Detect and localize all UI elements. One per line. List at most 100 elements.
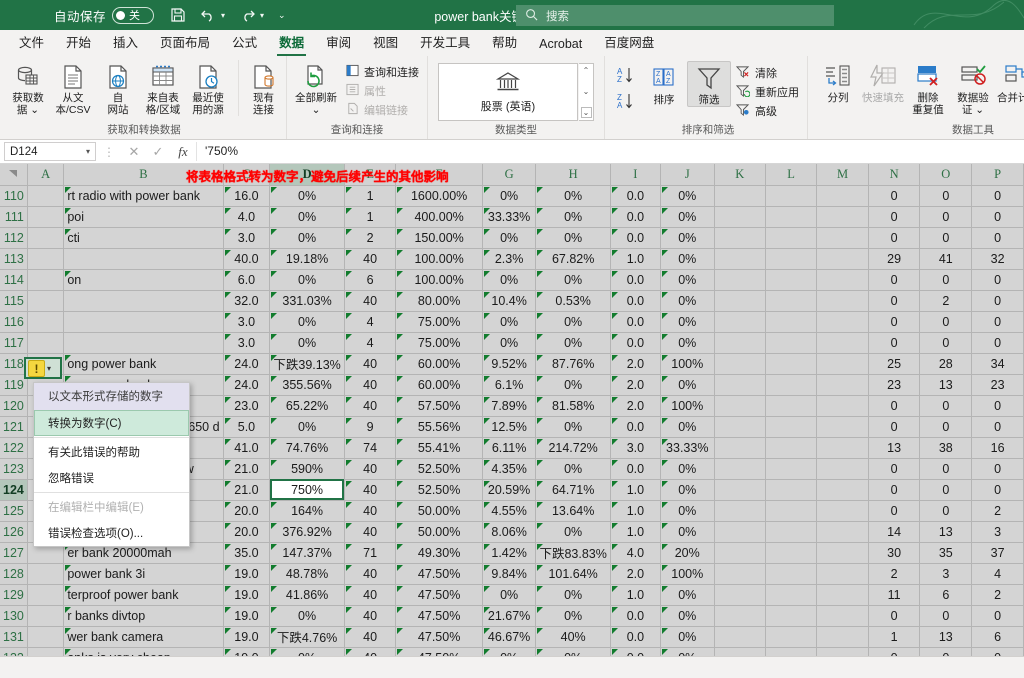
cell-C119[interactable]: 24.0 (223, 374, 271, 396)
row-header-116[interactable]: 116 (0, 311, 28, 333)
cell-E131[interactable]: 40 (344, 626, 397, 648)
search-box[interactable]: 搜索 (516, 5, 834, 26)
column-header-H[interactable]: H (535, 164, 611, 186)
cell-O122[interactable]: 38 (919, 437, 973, 459)
cell-F119[interactable]: 60.00% (395, 374, 483, 396)
cell-D129[interactable]: 41.86% (269, 584, 345, 606)
cell-L117[interactable] (765, 332, 818, 354)
cell-I126[interactable]: 1.0 (610, 521, 661, 543)
cell-I110[interactable]: 0.0 (610, 185, 661, 207)
cell-F129[interactable]: 47.50% (395, 584, 483, 606)
row-header-123[interactable]: 123 (0, 458, 28, 480)
cell-J127[interactable]: 20% (660, 542, 715, 564)
tab-11[interactable]: 百度网盘 (593, 29, 665, 56)
cell-P111[interactable]: 0 (971, 206, 1024, 228)
cell-K118[interactable] (714, 353, 766, 375)
cell-B131[interactable]: wer bank camera (63, 626, 224, 648)
cell-K120[interactable] (714, 395, 766, 417)
cell-E119[interactable]: 40 (344, 374, 397, 396)
cell-E110[interactable]: 1 (344, 185, 397, 207)
row-header-131[interactable]: 131 (0, 626, 28, 648)
cell-L131[interactable] (765, 626, 818, 648)
tab-3[interactable]: 页面布局 (149, 29, 221, 56)
cell-B118[interactable]: ong power bank (63, 353, 224, 375)
cell-C114[interactable]: 6.0 (223, 269, 271, 291)
cell-G118[interactable]: 9.52% (482, 353, 537, 375)
cell-I113[interactable]: 1.0 (610, 248, 661, 270)
cell-C127[interactable]: 35.0 (223, 542, 271, 564)
cell-D122[interactable]: 74.76% (269, 437, 345, 459)
cell-C125[interactable]: 20.0 (223, 500, 271, 522)
autosave-toggle[interactable]: 关 (112, 6, 155, 24)
cell-A128[interactable] (27, 563, 65, 585)
tab-8[interactable]: 开发工具 (409, 29, 481, 56)
cell-O119[interactable]: 13 (919, 374, 973, 396)
cell-H129[interactable]: 0% (535, 584, 611, 606)
cell-E118[interactable]: 40 (344, 353, 397, 375)
cell-I128[interactable]: 2.0 (610, 563, 661, 585)
cell-G115[interactable]: 10.4% (482, 290, 537, 312)
remove-duplicates-button[interactable]: 删除 重复值 (906, 60, 950, 116)
filter-button[interactable]: 筛选 (687, 61, 731, 107)
cell-L114[interactable] (765, 269, 818, 291)
cell-C121[interactable]: 5.0 (223, 416, 271, 438)
cell-I116[interactable]: 0.0 (610, 311, 661, 333)
cell-H116[interactable]: 0% (535, 311, 611, 333)
cell-I130[interactable]: 0.0 (610, 605, 661, 627)
cell-L127[interactable] (765, 542, 818, 564)
cell-C130[interactable]: 19.0 (223, 605, 271, 627)
cell-I124[interactable]: 1.0 (610, 479, 661, 501)
cell-A113[interactable] (27, 248, 65, 270)
cell-J117[interactable]: 0% (660, 332, 715, 354)
cell-D123[interactable]: 590% (269, 458, 345, 480)
cell-B114[interactable]: on (63, 269, 224, 291)
cell-I112[interactable]: 0.0 (610, 227, 661, 249)
cell-N116[interactable]: 0 (868, 311, 921, 333)
autosave-control[interactable]: 自动保存 关 (54, 6, 155, 25)
cell-O125[interactable]: 0 (919, 500, 973, 522)
cell-H115[interactable]: 0.53% (535, 290, 611, 312)
cell-F115[interactable]: 80.00% (395, 290, 483, 312)
cell-N122[interactable]: 13 (868, 437, 921, 459)
cell-N110[interactable]: 0 (868, 185, 921, 207)
cell-E122[interactable]: 74 (344, 437, 397, 459)
cell-E113[interactable]: 40 (344, 248, 397, 270)
cell-C112[interactable]: 3.0 (223, 227, 271, 249)
cell-B110[interactable]: rt radio with power bank (63, 185, 224, 207)
cell-L113[interactable] (765, 248, 818, 270)
cell-N129[interactable]: 11 (868, 584, 921, 606)
cell-H127[interactable]: 下跌83.83% (535, 542, 611, 564)
cell-O111[interactable]: 0 (919, 206, 973, 228)
cell-N125[interactable]: 0 (868, 500, 921, 522)
cell-A129[interactable] (27, 584, 65, 606)
cell-B117[interactable] (63, 332, 224, 354)
cell-F123[interactable]: 52.50% (395, 458, 483, 480)
cell-D111[interactable]: 0% (269, 206, 345, 228)
cell-G122[interactable]: 6.11% (482, 437, 537, 459)
cell-A112[interactable] (27, 227, 65, 249)
cell-B116[interactable] (63, 311, 224, 333)
from-table-range-button[interactable]: 来自表 格/区域 (141, 60, 185, 116)
cell-F130[interactable]: 47.50% (395, 605, 483, 627)
cell-F127[interactable]: 49.30% (395, 542, 483, 564)
cell-I122[interactable]: 3.0 (610, 437, 661, 459)
cell-K119[interactable] (714, 374, 766, 396)
cell-N113[interactable]: 29 (868, 248, 921, 270)
cell-L123[interactable] (765, 458, 818, 480)
cell-I131[interactable]: 0.0 (610, 626, 661, 648)
context-menu-item-4[interactable]: 错误检查选项(O)... (34, 520, 189, 546)
cell-N119[interactable]: 23 (868, 374, 921, 396)
data-type-gallery-scroll[interactable]: ⌃ ⌄ ⌄ (579, 63, 594, 121)
cell-A114[interactable] (27, 269, 65, 291)
cell-M113[interactable] (816, 248, 869, 270)
existing-connections-button[interactable]: 现有 连接 (238, 60, 282, 116)
cell-O112[interactable]: 0 (919, 227, 973, 249)
context-menu-item-1[interactable]: 有关此错误的帮助 (34, 439, 189, 465)
column-header-J[interactable]: J (660, 164, 715, 186)
cell-D131[interactable]: 下跌4.76% (269, 626, 345, 648)
cell-N112[interactable]: 0 (868, 227, 921, 249)
cell-G116[interactable]: 0% (482, 311, 537, 333)
cell-J128[interactable]: 100% (660, 563, 715, 585)
cell-E121[interactable]: 9 (344, 416, 397, 438)
cell-F110[interactable]: 1600.00% (395, 185, 483, 207)
